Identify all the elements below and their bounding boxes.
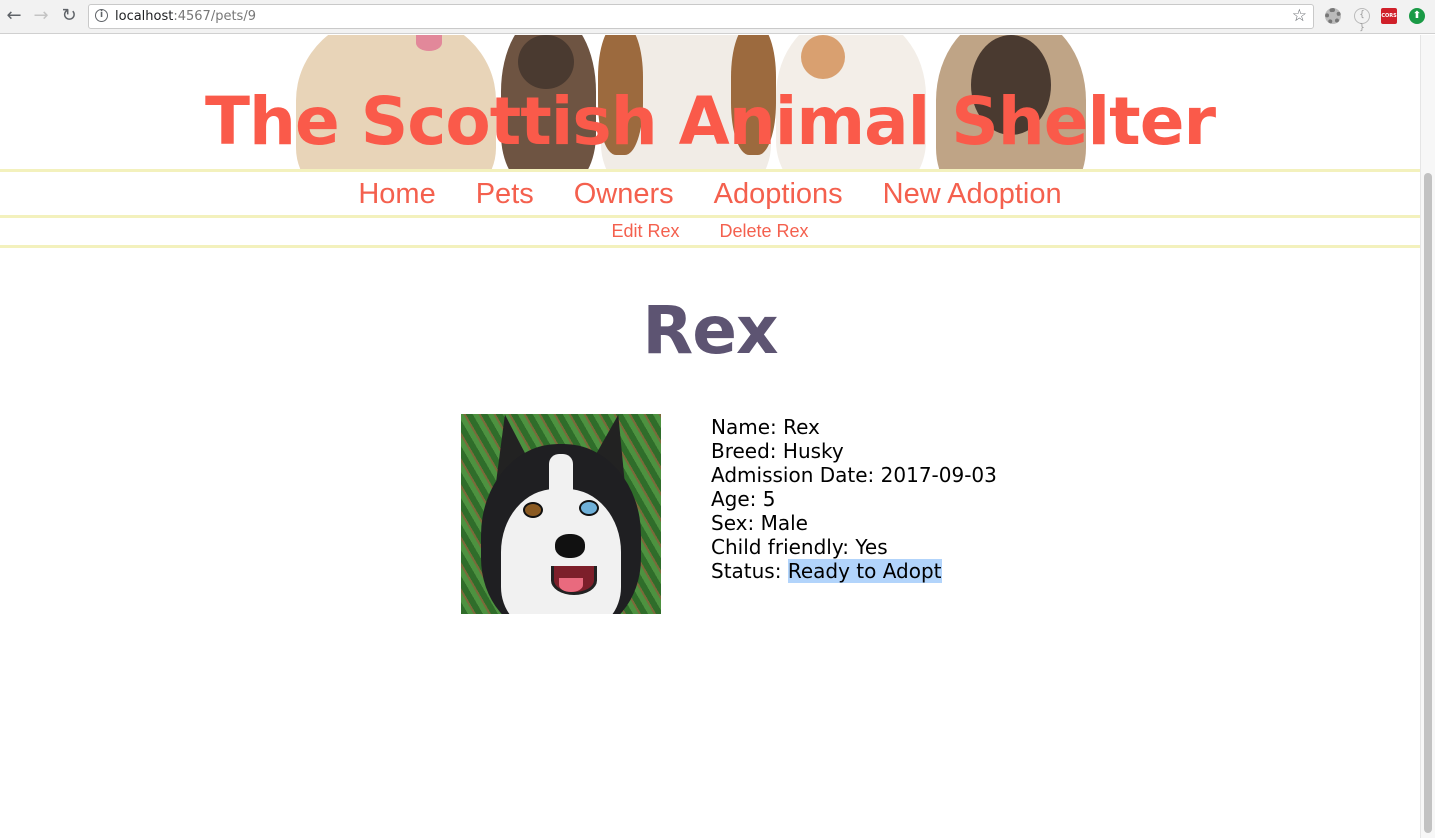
url-text[interactable]: localhost:4567/pets/9 bbox=[115, 9, 256, 25]
url-path: :4567/pets/9 bbox=[173, 9, 256, 24]
nav-divider bbox=[0, 245, 1420, 248]
nav-divider bbox=[0, 215, 1420, 218]
husky-blue-eye-shape bbox=[579, 500, 599, 516]
gear-icon[interactable] bbox=[1325, 8, 1341, 24]
address-bar[interactable]: i localhost:4567/pets/9 ☆ bbox=[88, 4, 1314, 29]
nav-divider bbox=[0, 169, 1420, 172]
detail-label: Age: bbox=[711, 487, 757, 511]
bookmark-star-icon[interactable]: ☆ bbox=[1292, 6, 1307, 27]
back-arrow-icon[interactable]: ← bbox=[2, 4, 26, 28]
browser-toolbar: ← → ↻ i localhost:4567/pets/9 ☆ { } CORS… bbox=[0, 0, 1435, 34]
detail-label: Admission Date: bbox=[711, 463, 875, 487]
persian-cat-patch-shape bbox=[801, 35, 845, 79]
husky-brown-eye-shape bbox=[523, 502, 543, 518]
nav-pets-link[interactable]: Pets bbox=[476, 174, 534, 214]
nav-new-adoption-link[interactable]: New Adoption bbox=[883, 174, 1062, 214]
site-banner: The Scottish Animal Shelter bbox=[0, 35, 1420, 169]
detail-label: Name: bbox=[711, 415, 777, 439]
info-icon[interactable]: i bbox=[95, 9, 108, 22]
detail-age: Age: 5 bbox=[711, 487, 997, 511]
cors-icon[interactable]: CORS bbox=[1381, 8, 1397, 24]
scrollbar-thumb[interactable] bbox=[1424, 173, 1432, 833]
husky-nose-shape bbox=[555, 534, 585, 558]
kitten-face-shape bbox=[518, 35, 574, 89]
nav-adoptions-link[interactable]: Adoptions bbox=[714, 174, 843, 214]
detail-breed: Breed: Husky bbox=[711, 439, 997, 463]
detail-value: Male bbox=[760, 511, 808, 535]
detail-value: Yes bbox=[855, 535, 888, 559]
forward-arrow-icon[interactable]: → bbox=[29, 4, 53, 28]
husky-tongue-shape bbox=[559, 578, 583, 592]
detail-child-friendly: Child friendly: Yes bbox=[711, 535, 997, 559]
detail-value: Husky bbox=[782, 439, 844, 463]
nav-home-link[interactable]: Home bbox=[358, 174, 435, 214]
reload-icon[interactable]: ↻ bbox=[57, 4, 81, 28]
detail-label: Sex: bbox=[711, 511, 755, 535]
nav-owners-link[interactable]: Owners bbox=[574, 174, 674, 214]
detail-value: 2017-09-03 bbox=[880, 463, 997, 487]
pet-photo bbox=[461, 414, 661, 614]
detail-sex: Sex: Male bbox=[711, 511, 997, 535]
upload-icon[interactable]: ⬆ bbox=[1409, 8, 1425, 24]
pet-name-heading: Rex bbox=[642, 292, 778, 369]
detail-status: Status: Ready to Adopt bbox=[711, 559, 997, 583]
detail-label: Status: bbox=[711, 559, 782, 583]
page-viewport: The Scottish Animal Shelter Home Pets Ow… bbox=[0, 35, 1420, 838]
detail-value: 5 bbox=[762, 487, 776, 511]
pet-actions-nav: Edit Rex Delete Rex bbox=[0, 219, 1420, 244]
site-title[interactable]: The Scottish Animal Shelter bbox=[0, 87, 1420, 157]
detail-admission-date: Admission Date: 2017-09-03 bbox=[711, 463, 997, 487]
detail-name: Name: Rex bbox=[711, 415, 997, 439]
delete-pet-link[interactable]: Delete Rex bbox=[719, 219, 808, 244]
url-host: localhost bbox=[115, 9, 174, 24]
vertical-scrollbar[interactable] bbox=[1420, 35, 1435, 838]
pet-details: Name: Rex Breed: Husky Admission Date: 2… bbox=[711, 415, 997, 583]
bracket-icon[interactable]: { } bbox=[1354, 8, 1370, 33]
main-nav: Home Pets Owners Adoptions New Adoption bbox=[0, 174, 1420, 214]
detail-value: Rex bbox=[783, 415, 820, 439]
husky-blaze-shape bbox=[549, 454, 573, 514]
status-value-selected: Ready to Adopt bbox=[787, 559, 942, 583]
detail-label: Breed: bbox=[711, 439, 777, 463]
bulldog-tongue-shape bbox=[416, 35, 442, 51]
detail-label: Child friendly: bbox=[711, 535, 849, 559]
edit-pet-link[interactable]: Edit Rex bbox=[611, 219, 679, 244]
